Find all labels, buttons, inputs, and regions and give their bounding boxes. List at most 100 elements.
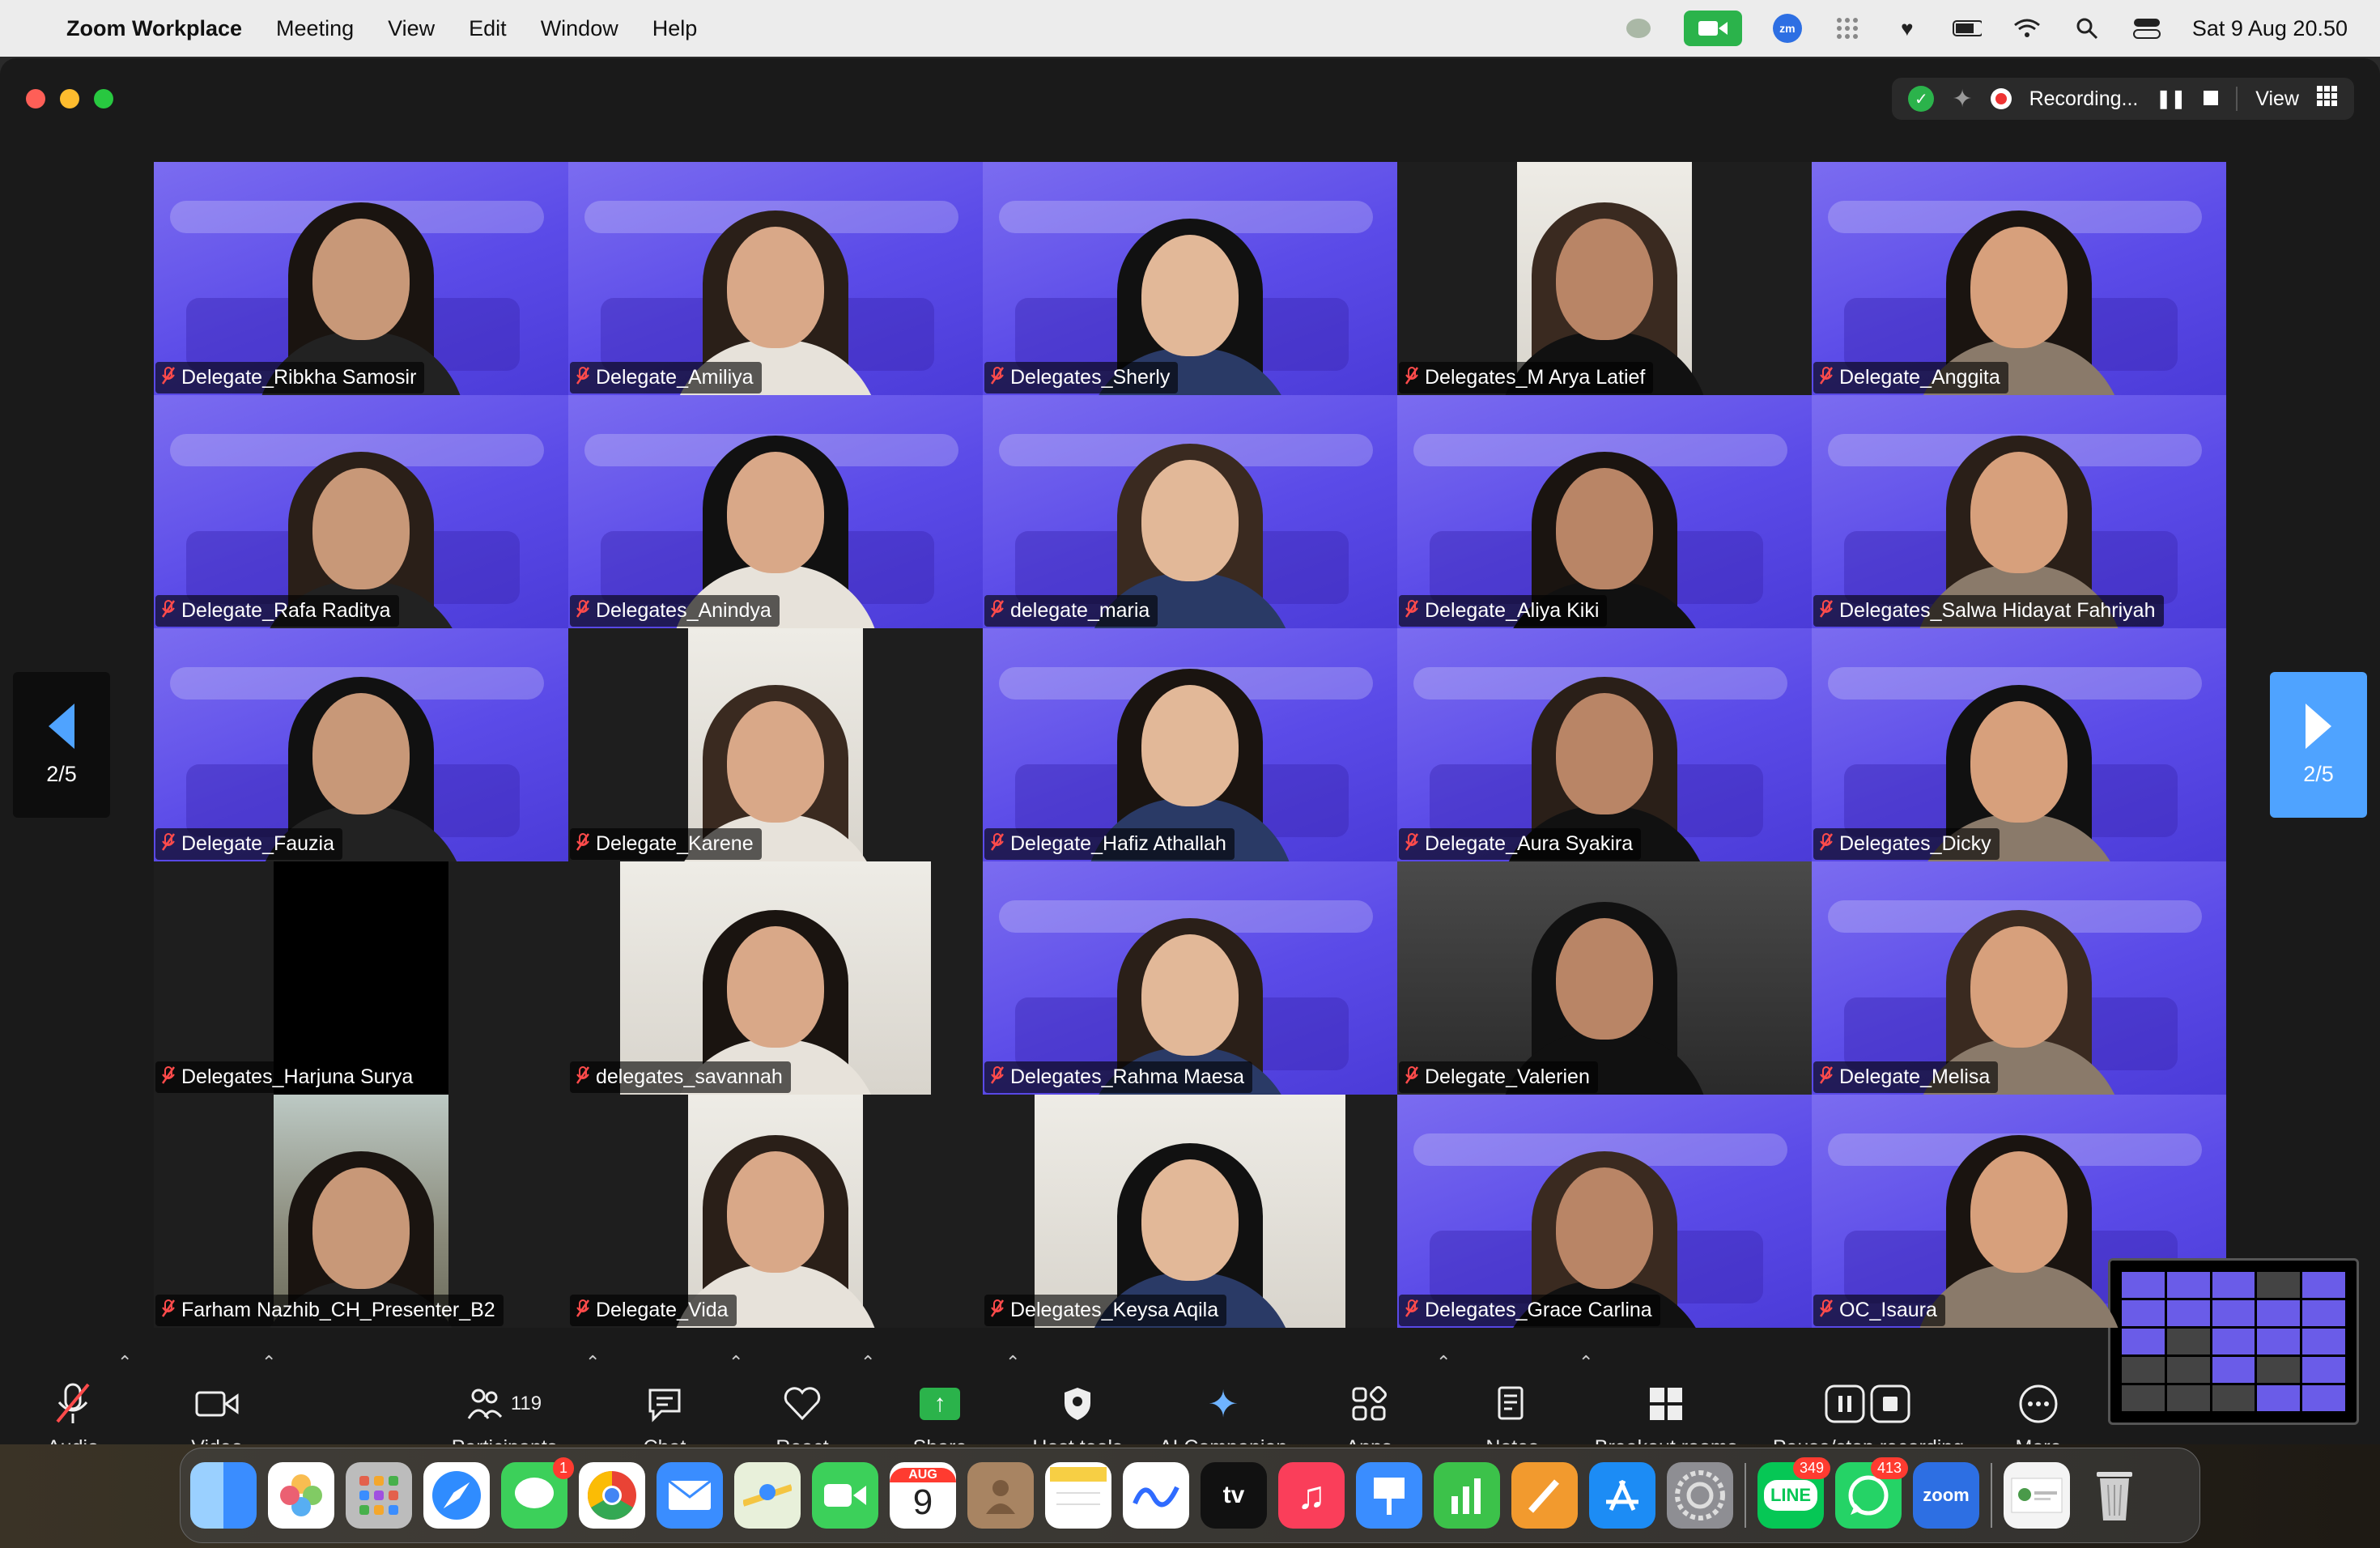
search-icon[interactable] [2072, 16, 2102, 40]
share-options-caret-icon[interactable]: ⌃ [1005, 1352, 1020, 1373]
menu-view[interactable]: View [388, 16, 435, 41]
mail-app-icon[interactable] [657, 1462, 723, 1529]
participant-tile[interactable]: Delegates_Dicky [1812, 628, 2226, 861]
contacts-app-icon[interactable] [967, 1462, 1034, 1529]
photos-app-icon[interactable] [268, 1462, 334, 1529]
recent-document-icon[interactable] [2004, 1462, 2070, 1529]
participant-tile[interactable]: Delegate_Karene [568, 628, 983, 861]
share-screen-icon: ↑ [920, 1387, 960, 1420]
apple-tv-app-icon[interactable]: tv [1201, 1462, 1267, 1529]
participant-name: Delegate_Amiliya [596, 366, 754, 389]
video-options-caret-icon[interactable]: ⌃ [261, 1352, 276, 1373]
pause-stop-icons [1824, 1378, 1913, 1430]
participant-tile[interactable]: Delegates_Salwa Hidayat Fahriyah [1812, 395, 2226, 628]
calendar-app-icon[interactable]: AUG 9 [890, 1462, 956, 1529]
facetime-app-icon[interactable] [812, 1462, 878, 1529]
numbers-app-icon[interactable] [1434, 1462, 1500, 1529]
participant-tile[interactable]: Delegate_Anggita [1812, 162, 2226, 395]
muted-mic-icon [990, 366, 1005, 389]
participant-tile[interactable]: Delegate_Aura Syakira [1397, 628, 1812, 861]
minimize-window-button[interactable] [60, 89, 79, 108]
trash-icon[interactable] [2081, 1462, 2148, 1529]
participant-tile[interactable]: Delegate_Hafiz Athallah [983, 628, 1397, 861]
participant-tile[interactable]: Delegate_Fauzia [154, 628, 568, 861]
notes-options-caret-icon[interactable]: ⌃ [1579, 1352, 1593, 1373]
system-settings-app-icon[interactable] [1667, 1462, 1733, 1529]
menu-edit[interactable]: Edit [469, 16, 507, 41]
safari-app-icon[interactable] [423, 1462, 490, 1529]
participant-tile[interactable]: Delegate_Vida [568, 1095, 983, 1328]
participant-tile[interactable]: Delegate_Rafa Raditya [154, 395, 568, 628]
participant-tile[interactable]: delegates_savannah [568, 861, 983, 1095]
participant-tile[interactable]: Delegates_Keysa Aqila [983, 1095, 1397, 1328]
pause-recording-icon[interactable]: ❚❚ [2156, 88, 2186, 109]
participant-tile[interactable]: Delegate_Valerien [1397, 861, 1812, 1095]
line-status-icon[interactable] [1624, 16, 1653, 40]
participant-tile[interactable]: Delegate_Melisa [1812, 861, 2226, 1095]
participant-tile[interactable]: Farham Nazhib_CH_Presenter_B2 [154, 1095, 568, 1328]
participant-name-tag: Delegates_M Arya Latief [1399, 362, 1654, 393]
participant-tile[interactable]: Delegates_Harjuna Surya [154, 861, 568, 1095]
app-store-icon[interactable] [1589, 1462, 1655, 1529]
music-app-icon[interactable]: ♫ [1278, 1462, 1345, 1529]
keynote-app-icon[interactable] [1356, 1462, 1422, 1529]
battery-icon[interactable] [1952, 16, 1982, 40]
muted-mic-icon [161, 1299, 176, 1322]
chrome-app-icon[interactable] [579, 1462, 645, 1529]
view-label[interactable]: View [2255, 87, 2299, 111]
participants-options-caret-icon[interactable]: ⌃ [585, 1352, 600, 1373]
participant-tile[interactable]: Delegate_Ribkha Samosir [154, 162, 568, 395]
participant-name-tag: Delegate_Valerien [1399, 1061, 1598, 1093]
freeform-app-icon[interactable] [1123, 1462, 1189, 1529]
launchpad-app-icon[interactable] [346, 1462, 412, 1529]
previous-page-button[interactable]: 2/5 [13, 672, 110, 818]
participant-name-tag: delegate_maria [984, 595, 1158, 627]
participant-tile[interactable]: delegate_maria [983, 395, 1397, 628]
stop-recording-icon[interactable] [2204, 87, 2219, 111]
control-grid-icon[interactable] [1833, 16, 1862, 40]
participant-name-tag: Delegates_Salwa Hidayat Fahriyah [1813, 595, 2164, 627]
whatsapp-app-icon[interactable]: 413 [1835, 1457, 1908, 1529]
menu-help[interactable]: Help [652, 16, 698, 41]
muted-mic-icon [161, 832, 176, 856]
control-center-icon[interactable] [2132, 16, 2161, 40]
self-view-thumbnail[interactable] [2108, 1258, 2359, 1425]
participant-tile[interactable]: Delegate_Amiliya [568, 162, 983, 395]
participant-tile[interactable]: Delegates_Sherly [983, 162, 1397, 395]
ai-sparkle-icon[interactable]: ✦ [1952, 85, 1972, 113]
app-menu[interactable]: Zoom Workplace [66, 16, 242, 41]
close-window-button[interactable] [26, 89, 45, 108]
chat-options-caret-icon[interactable]: ⌃ [729, 1352, 743, 1373]
heart-icon[interactable]: ♥ [1893, 16, 1922, 40]
line-app-icon[interactable]: LINE 349 [1757, 1457, 1830, 1529]
encryption-shield-icon[interactable]: ✓ [1908, 86, 1935, 112]
muted-mic-icon [576, 1065, 590, 1089]
notes-app-icon[interactable] [1045, 1462, 1111, 1529]
thumbnail-cell [2212, 1329, 2255, 1354]
pages-app-icon[interactable] [1511, 1462, 1578, 1529]
react-options-caret-icon[interactable]: ⌃ [861, 1352, 875, 1373]
muted-mic-icon [161, 1065, 176, 1089]
messages-app-icon[interactable]: 1 [501, 1457, 574, 1529]
menu-window[interactable]: Window [541, 16, 618, 41]
participant-tile[interactable]: Delegates_Rahma Maesa [983, 861, 1397, 1095]
apps-options-caret-icon[interactable]: ⌃ [1436, 1352, 1451, 1373]
menu-bar-clock[interactable]: Sat 9 Aug 20.50 [2192, 16, 2348, 41]
next-page-button[interactable]: 2/5 [2270, 672, 2367, 818]
zoom-camera-status-icon[interactable] [1683, 11, 1742, 46]
zoom-window-button[interactable] [94, 89, 113, 108]
thumbnail-cell [2302, 1272, 2345, 1298]
gallery-grid-icon[interactable] [2317, 85, 2338, 113]
participant-tile[interactable]: Delegates_M Arya Latief [1397, 162, 1812, 395]
muted-mic-icon [990, 832, 1005, 856]
participant-tile[interactable]: Delegates_Anindya [568, 395, 983, 628]
menu-meeting[interactable]: Meeting [276, 16, 354, 41]
finder-app-icon[interactable] [190, 1462, 257, 1529]
zoom-menu-icon[interactable]: zm [1772, 14, 1802, 43]
zoom-app-icon[interactable]: zoom [1913, 1462, 1979, 1529]
maps-app-icon[interactable] [734, 1462, 801, 1529]
participant-tile[interactable]: Delegate_Aliya Kiki [1397, 395, 1812, 628]
participant-tile[interactable]: Delegates_Grace Carlina [1397, 1095, 1812, 1328]
wifi-icon[interactable] [2012, 16, 2042, 40]
audio-options-caret-icon[interactable]: ⌃ [117, 1352, 132, 1373]
